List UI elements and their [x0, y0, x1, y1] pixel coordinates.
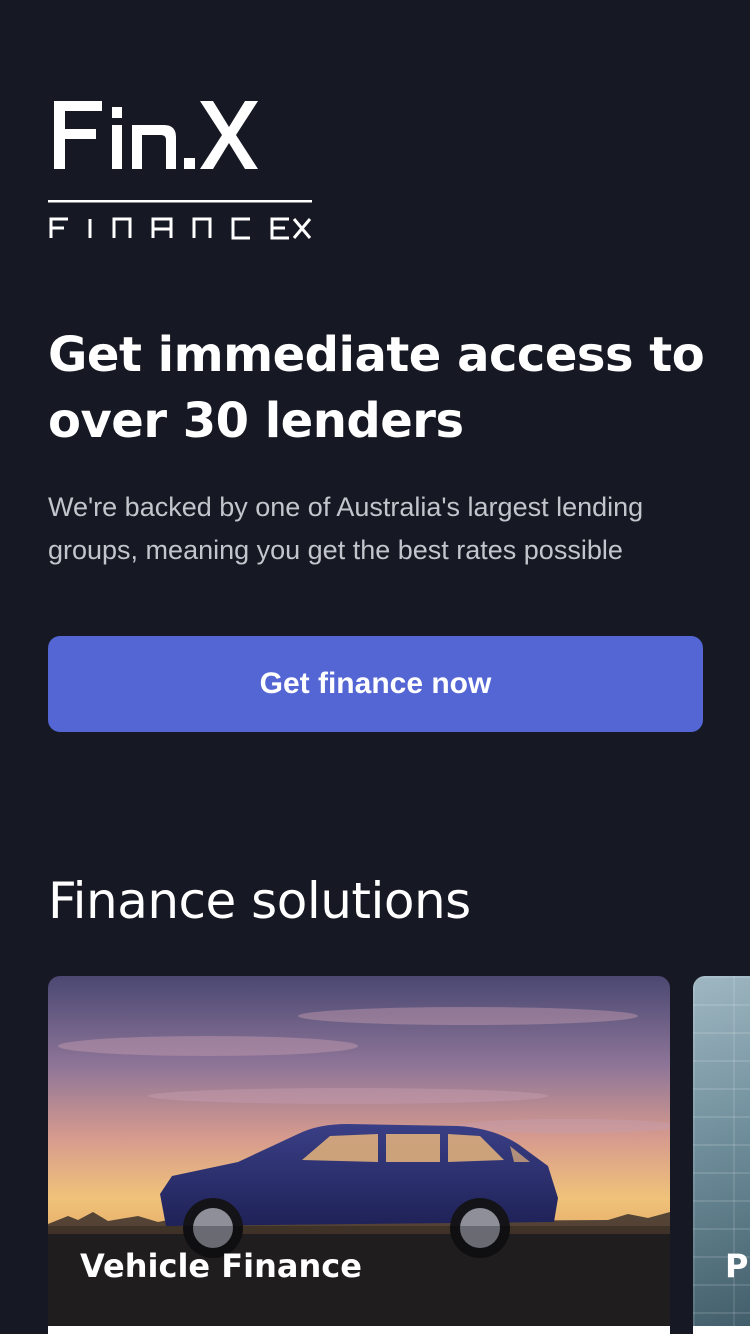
card-footer-bar	[693, 1326, 750, 1334]
vehicle-finance-label: Vehicle Finance	[80, 1247, 362, 1285]
hero-headline: Get immediate access to over 30 lenders	[48, 327, 705, 449]
logo-mark	[48, 101, 312, 240]
get-finance-button[interactable]: Get finance now	[48, 636, 703, 732]
next-card-label: P	[725, 1247, 749, 1285]
section-title: Finance solutions	[48, 872, 471, 930]
hero-subtext: We're backed by one of Australia's large…	[48, 492, 644, 565]
card-footer-bar	[48, 1326, 670, 1334]
vehicle-finance-card[interactable]: Vehicle Finance	[48, 976, 670, 1334]
finx-logo[interactable]	[48, 98, 314, 243]
next-finance-card[interactable]: P	[693, 976, 750, 1334]
